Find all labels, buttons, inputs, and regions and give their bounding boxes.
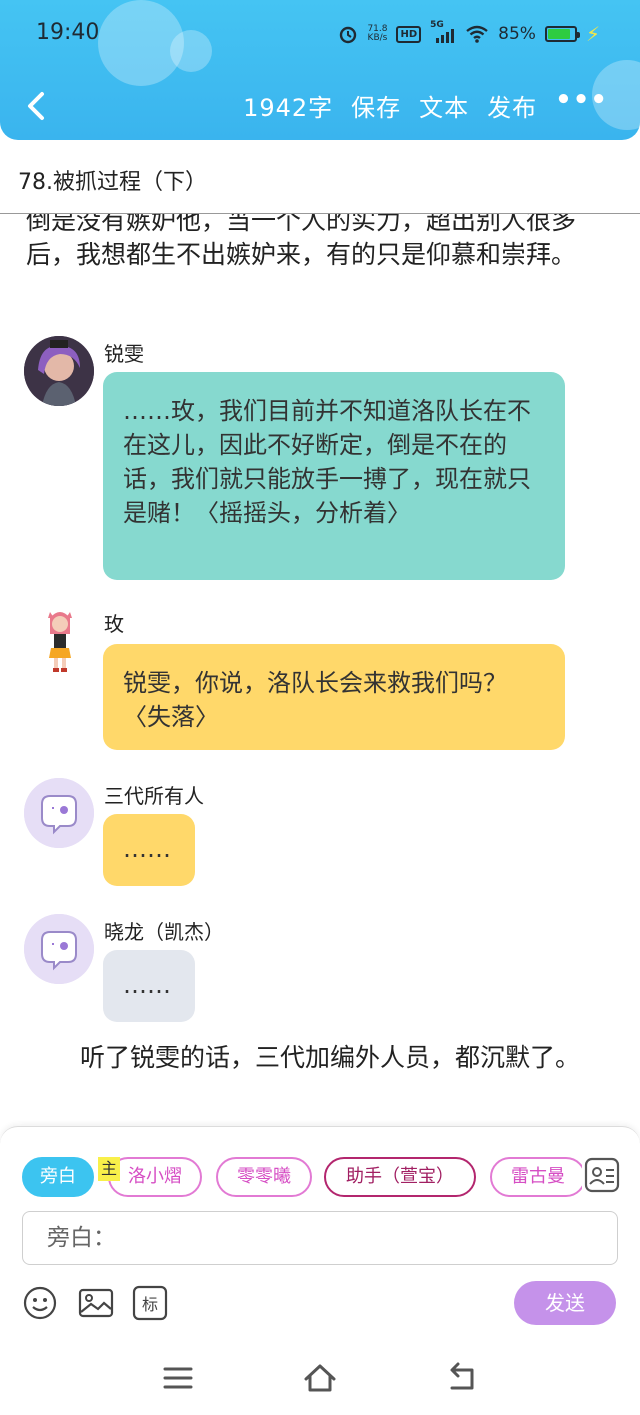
status-icons: 71.8 KB/s HD 5G 85% ⚡: [338, 20, 600, 46]
avatar-mei[interactable]: [44, 608, 76, 674]
story-content[interactable]: 倒是没有嫉妒他，当一个人的实力，超出别人很多后，我想都生不出嫉妒来，有的只是仰慕…: [0, 214, 640, 1126]
role-chip[interactable]: 助手（萱宝）: [324, 1157, 476, 1197]
signal-icon: 5G: [430, 20, 456, 44]
protagonist-tag: 主: [98, 1157, 120, 1181]
role-chip[interactable]: 洛小熠: [108, 1157, 202, 1197]
speaker-name: 锐雯: [104, 342, 144, 366]
home-icon[interactable]: [302, 1360, 338, 1396]
app-header: 19:40 71.8 KB/s HD 5G 85% ⚡ 1942字 保存 文本 …: [0, 0, 640, 140]
message-input[interactable]: [23, 1212, 617, 1264]
status-bar: 19:40 71.8 KB/s HD 5G 85% ⚡: [0, 0, 640, 70]
alarm-icon: [340, 26, 357, 44]
avatar-default[interactable]: [24, 914, 94, 984]
battery-fill: [547, 29, 571, 39]
speaker-name: 三代所有人: [104, 784, 204, 808]
more-options-button[interactable]: •••: [555, 85, 608, 115]
battery-percent: 85%: [498, 24, 536, 44]
system-navigation-bar: [0, 1340, 640, 1415]
status-time: 19:40: [36, 20, 100, 45]
message-bubble[interactable]: 锐雯，你说，洛队长会来救我们吗？〈失落〉: [103, 644, 565, 750]
charging-icon: ⚡: [585, 22, 600, 46]
input-panel: 旁白 洛小熠 零零曦 助手（萱宝） 雷古曼 主 标 发送: [0, 1126, 640, 1340]
word-count: 1942字: [243, 94, 334, 122]
message-bubble[interactable]: ……: [103, 814, 195, 886]
message-input-field[interactable]: [22, 1211, 618, 1265]
narration-paragraph: 倒是没有嫉妒他，当一个人的实力，超出别人很多后，我想都生不出嫉妒来，有的只是仰慕…: [26, 214, 577, 269]
publish-button[interactable]: 发布: [487, 88, 537, 123]
svg-text:标: 标: [142, 1295, 158, 1314]
wifi-icon: [466, 25, 488, 43]
role-list-icon[interactable]: [584, 1157, 620, 1193]
back-icon[interactable]: [444, 1360, 480, 1396]
tag-icon[interactable]: 标: [132, 1285, 168, 1321]
speaker-name: 玫: [104, 612, 124, 636]
message-bubble[interactable]: ……: [103, 950, 195, 1022]
hd-badge: HD: [396, 25, 422, 43]
send-button[interactable]: 发送: [514, 1281, 616, 1325]
editor-toolbar: 1942字 保存 文本 发布 •••: [243, 85, 608, 123]
back-arrow-icon[interactable]: [22, 86, 52, 126]
narration-paragraph: 听了锐雯的话，三代加编外人员，都沉默了。: [80, 1043, 581, 1072]
net-speed-unit: KB/s: [367, 33, 388, 43]
role-chip[interactable]: 雷古曼: [490, 1157, 582, 1197]
speaker-name: 晓龙（凯杰）: [104, 920, 224, 944]
chapter-title[interactable]: 78.被抓过程（下）: [18, 164, 207, 196]
save-button[interactable]: 保存: [351, 88, 401, 123]
battery-icon: [544, 26, 580, 42]
net-speed: 71.8 KB/s: [367, 25, 387, 43]
avatar-default[interactable]: [24, 778, 94, 848]
menu-icon[interactable]: [160, 1360, 196, 1396]
message-bubble[interactable]: ……玫，我们目前并不知道洛队长在不在这儿，因此不好断定，倒是不在的话，我们就只能…: [103, 372, 565, 580]
avatar-ruiwen[interactable]: [24, 336, 94, 406]
image-icon[interactable]: [78, 1285, 114, 1321]
emoji-icon[interactable]: [22, 1285, 58, 1321]
role-chip-narrator[interactable]: 旁白: [22, 1157, 94, 1197]
role-chip[interactable]: 零零曦: [216, 1157, 312, 1197]
text-button[interactable]: 文本: [419, 88, 469, 123]
